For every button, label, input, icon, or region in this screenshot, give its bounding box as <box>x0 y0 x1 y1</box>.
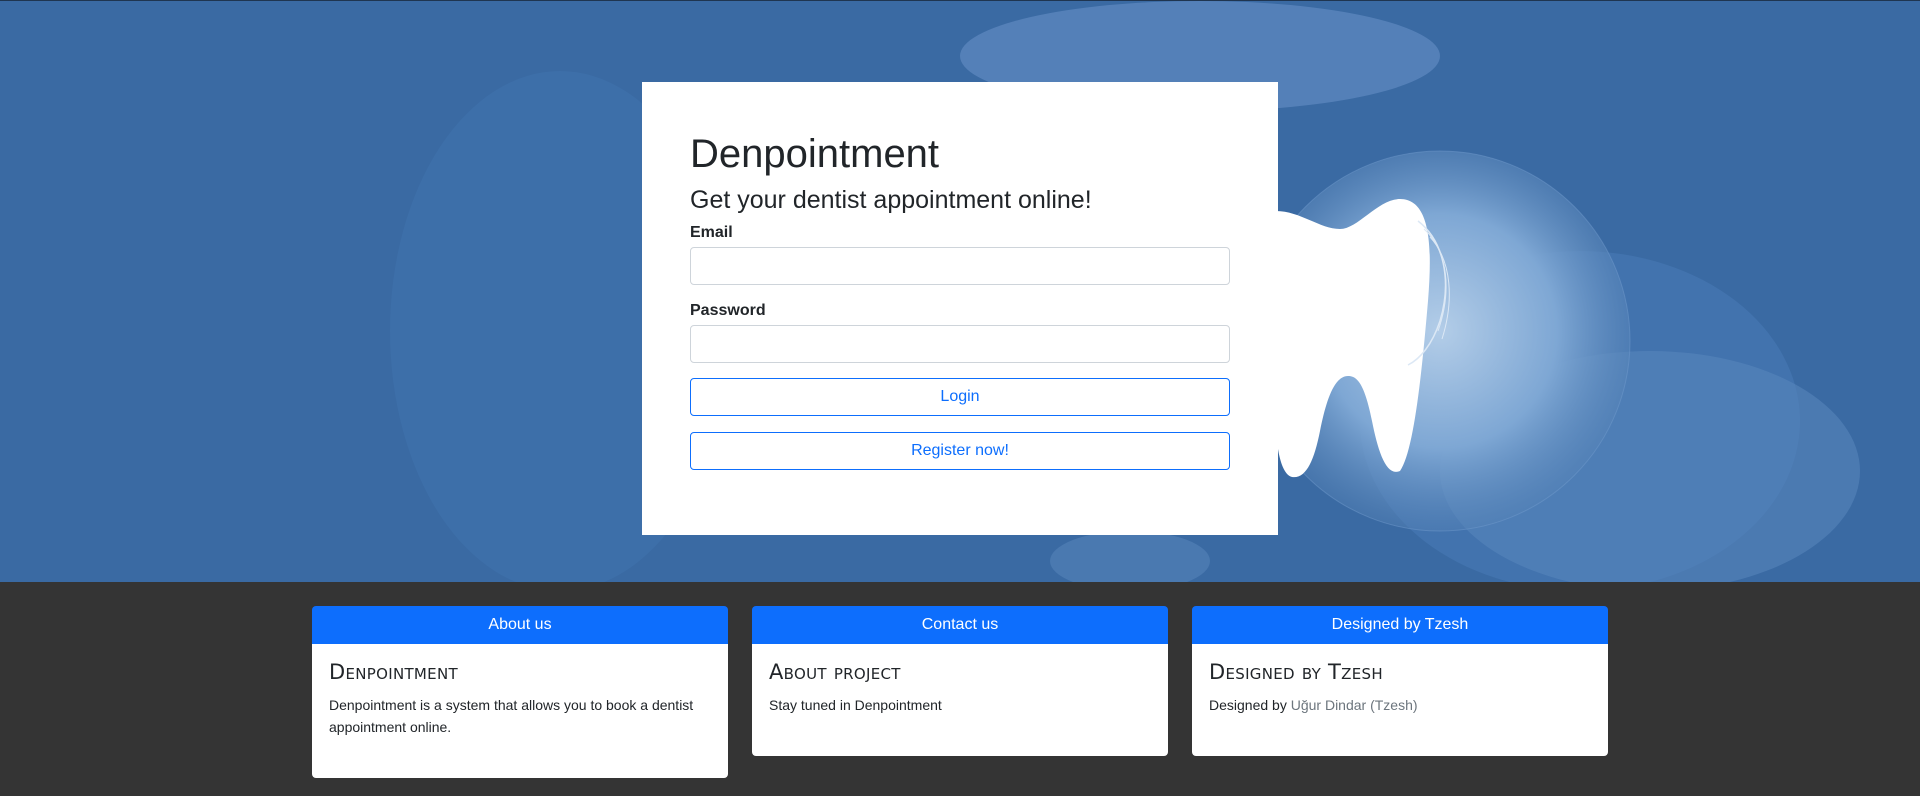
footer-card-header: About us <box>312 606 728 644</box>
register-button[interactable]: Register now! <box>690 432 1230 470</box>
footer-card-text: Denpointment is a system that allows you… <box>329 697 694 735</box>
login-title: Denpointment <box>690 132 940 176</box>
login-subtitle: Get your dentist appointment online! <box>690 186 1092 214</box>
password-field[interactable] <box>690 325 1230 363</box>
designer-prefix: Designed by <box>1209 697 1291 713</box>
footer-card-title: Denpointment <box>329 660 458 684</box>
hero-section: Denpointment Get your dentist appointmen… <box>0 0 1920 582</box>
footer-card-body: About project Stay tuned in Denpointment <box>752 644 1168 756</box>
footer-card-title: About project <box>769 660 901 684</box>
password-label: Password <box>690 302 766 319</box>
footer-card-title: Designed by Tzesh <box>1209 660 1383 684</box>
footer-card-body: Denpointment Denpointment is a system th… <box>312 644 728 778</box>
designer-link[interactable]: Uğur Dindar (Tzesh) <box>1291 697 1418 713</box>
footer-card-header: Contact us <box>752 606 1168 644</box>
footer-card-designer: Designed by Tzesh Designed by Tzesh Desi… <box>1192 606 1608 756</box>
login-button[interactable]: Login <box>690 378 1230 416</box>
footer-card-about: About us Denpointment Denpointment is a … <box>312 606 728 778</box>
login-card: Denpointment Get your dentist appointmen… <box>642 82 1278 535</box>
email-field[interactable] <box>690 247 1230 285</box>
footer-card-body: Designed by Tzesh Designed by Uğur Dinda… <box>1192 644 1608 756</box>
footer-card-text: Designed by Uğur Dindar (Tzesh) <box>1209 694 1591 716</box>
footer-card-text: Stay tuned in Denpointment <box>769 697 942 713</box>
footer-card-header: Designed by Tzesh <box>1192 606 1608 644</box>
email-label: Email <box>690 224 733 241</box>
footer-card-contact: Contact us About project Stay tuned in D… <box>752 606 1168 756</box>
